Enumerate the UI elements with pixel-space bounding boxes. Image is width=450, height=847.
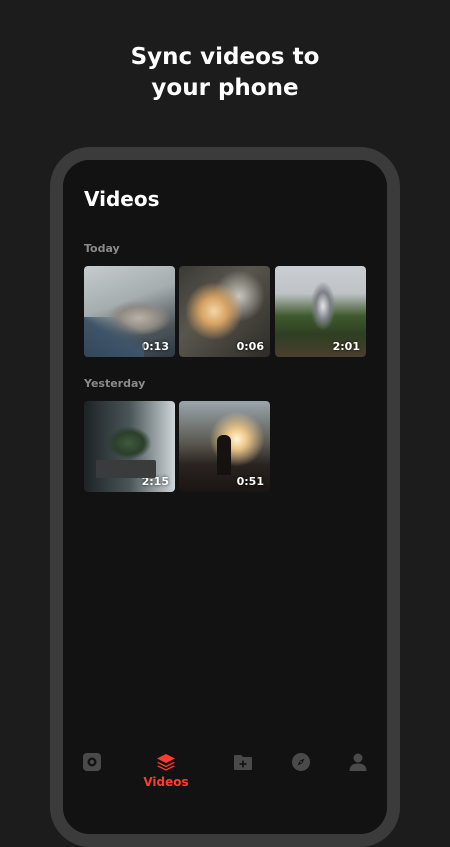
video-thumbnail[interactable]: 2:01 — [275, 266, 366, 357]
video-duration: 0:51 — [236, 475, 264, 488]
section-label-today: Today — [84, 242, 120, 255]
page-title: Videos — [84, 187, 160, 211]
profile-icon — [349, 753, 367, 771]
compass-icon — [292, 753, 310, 771]
folder-add-icon — [234, 755, 252, 770]
tab-videos[interactable]: Videos — [141, 742, 191, 802]
stack-icon — [157, 754, 175, 771]
video-duration: 2:01 — [332, 340, 360, 353]
phone-frame: Videos Today 0:13 0:06 2:01 Yesterday 2:… — [50, 147, 400, 847]
video-thumbnail[interactable]: 0:13 — [84, 266, 175, 357]
video-thumbnail[interactable]: 0:51 — [179, 401, 270, 492]
video-thumbnail[interactable]: 2:15 — [84, 401, 175, 492]
tab-explore[interactable] — [276, 742, 326, 802]
video-thumbnail[interactable]: 0:06 — [179, 266, 270, 357]
tab-videos-label: Videos — [143, 775, 189, 789]
video-duration: 0:06 — [236, 340, 264, 353]
bottom-tab-bar: Videos — [63, 742, 387, 802]
video-duration: 0:13 — [141, 340, 169, 353]
section-label-yesterday: Yesterday — [84, 377, 146, 390]
phone-screen: Videos Today 0:13 0:06 2:01 Yesterday 2:… — [63, 160, 387, 834]
tab-record[interactable] — [67, 742, 117, 802]
tab-profile[interactable] — [333, 742, 383, 802]
headline-line-1: Sync videos to — [130, 44, 320, 70]
tab-add-folder[interactable] — [218, 742, 268, 802]
headline-line-2: your phone — [151, 75, 299, 101]
video-duration: 2:15 — [141, 475, 169, 488]
record-icon — [83, 753, 101, 771]
promo-headline: Sync videos to your phone — [0, 42, 450, 104]
